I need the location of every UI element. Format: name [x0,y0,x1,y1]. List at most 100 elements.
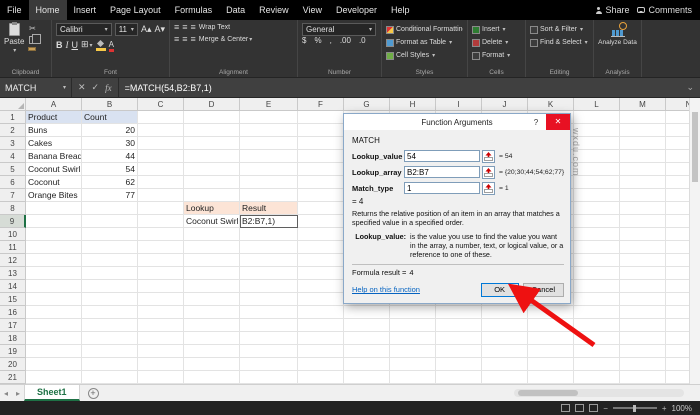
column-header-D[interactable]: D [184,98,240,111]
ok-button[interactable]: OK [481,283,519,297]
cell-E12[interactable] [240,254,298,267]
row-header-15[interactable]: 15 [0,293,26,306]
cell-B5[interactable]: 54 [82,163,138,176]
cell-M9[interactable] [620,215,666,228]
cell-F18[interactable] [298,332,344,345]
cell-F7[interactable] [298,189,344,202]
vertical-scrollbar-thumb[interactable] [692,112,698,182]
cell-B21[interactable] [82,371,138,384]
row-header-12[interactable]: 12 [0,254,26,267]
cell-D16[interactable] [184,306,240,319]
cell-F16[interactable] [298,306,344,319]
row-header-8[interactable]: 8 [0,202,26,215]
cell-E16[interactable] [240,306,298,319]
cell-F13[interactable] [298,267,344,280]
help-link[interactable]: Help on this function [352,285,420,294]
insert-function-icon[interactable]: fx [105,83,112,93]
cell-H16[interactable] [390,306,436,319]
align-middle-icon[interactable]: ≡ [182,23,187,32]
ribbon-button-delete[interactable]: Delete▾ [472,36,521,49]
number-format-select[interactable]: General▾ [302,23,376,36]
cell-I18[interactable] [436,332,482,345]
cell-G20[interactable] [344,358,390,371]
cell-F4[interactable] [298,150,344,163]
cell-C13[interactable] [138,267,184,280]
cancel-entry-icon[interactable]: ✕ [78,82,86,93]
cell-C10[interactable] [138,228,184,241]
borders-icon[interactable]: ⊞▾ [81,39,93,52]
cell-M17[interactable] [620,319,666,332]
cell-C6[interactable] [138,176,184,189]
cell-K21[interactable] [528,371,574,384]
column-header-G[interactable]: G [344,98,390,111]
cell-H18[interactable] [390,332,436,345]
cell-D19[interactable] [184,345,240,358]
cell-D15[interactable] [184,293,240,306]
cell-C20[interactable] [138,358,184,371]
tab-review[interactable]: Review [252,0,296,20]
ribbon-button-format-as-table[interactable]: Format as Table▾ [386,36,463,49]
cell-A13[interactable] [26,267,82,280]
collapse-dialog-button[interactable] [482,166,495,179]
cell-M1[interactable] [620,111,666,124]
cell-D4[interactable] [184,150,240,163]
cell-B12[interactable] [82,254,138,267]
arg-input-lookup_array[interactable] [404,166,480,178]
cell-A19[interactable] [26,345,82,358]
cell-M5[interactable] [620,163,666,176]
cell-L10[interactable] [574,228,620,241]
column-header-E[interactable]: E [240,98,298,111]
tab-data[interactable]: Data [219,0,252,20]
column-header-I[interactable]: I [436,98,482,111]
cell-B4[interactable]: 44 [82,150,138,163]
cell-C5[interactable] [138,163,184,176]
cell-E6[interactable] [240,176,298,189]
column-header-M[interactable]: M [620,98,666,111]
cell-J20[interactable] [482,358,528,371]
cell-G16[interactable] [344,306,390,319]
cell-F17[interactable] [298,319,344,332]
cell-B16[interactable] [82,306,138,319]
row-header-4[interactable]: 4 [0,150,26,163]
row-header-2[interactable]: 2 [0,124,26,137]
cell-B14[interactable] [82,280,138,293]
cell-M3[interactable] [620,137,666,150]
cell-H19[interactable] [390,345,436,358]
format-painter-icon[interactable] [28,47,36,51]
font-name-select[interactable]: Calibri▾ [56,23,112,36]
cell-B19[interactable] [82,345,138,358]
cell-L21[interactable] [574,371,620,384]
cell-D18[interactable] [184,332,240,345]
cut-icon[interactable]: ✂ [29,25,36,33]
sheet-nav-right-icon[interactable]: ▸ [12,389,24,398]
cell-I19[interactable] [436,345,482,358]
dialog-help-button[interactable]: ? [526,118,546,127]
cell-A21[interactable] [26,371,82,384]
formula-bar-expand-icon[interactable]: ⌄ [680,82,700,93]
align-center-icon[interactable]: ≡ [182,35,187,44]
cell-M6[interactable] [620,176,666,189]
tab-page-layout[interactable]: Page Layout [103,0,168,20]
cell-F10[interactable] [298,228,344,241]
cell-L7[interactable] [574,189,620,202]
cell-E17[interactable] [240,319,298,332]
cell-D17[interactable] [184,319,240,332]
cell-D2[interactable] [184,124,240,137]
cell-B18[interactable] [82,332,138,345]
cell-F8[interactable] [298,202,344,215]
cell-K20[interactable] [528,358,574,371]
tab-home[interactable]: Home [29,0,67,20]
cell-L6[interactable] [574,176,620,189]
cell-M14[interactable] [620,280,666,293]
increase-decimal-icon[interactable]: .00 [340,36,351,45]
cell-A12[interactable] [26,254,82,267]
cell-F19[interactable] [298,345,344,358]
cell-M4[interactable] [620,150,666,163]
cell-D10[interactable] [184,228,240,241]
accounting-format-icon[interactable]: $ [302,36,306,45]
cell-C2[interactable] [138,124,184,137]
cell-M13[interactable] [620,267,666,280]
cell-D20[interactable] [184,358,240,371]
italic-button[interactable]: I [66,40,69,51]
cell-C1[interactable] [138,111,184,124]
